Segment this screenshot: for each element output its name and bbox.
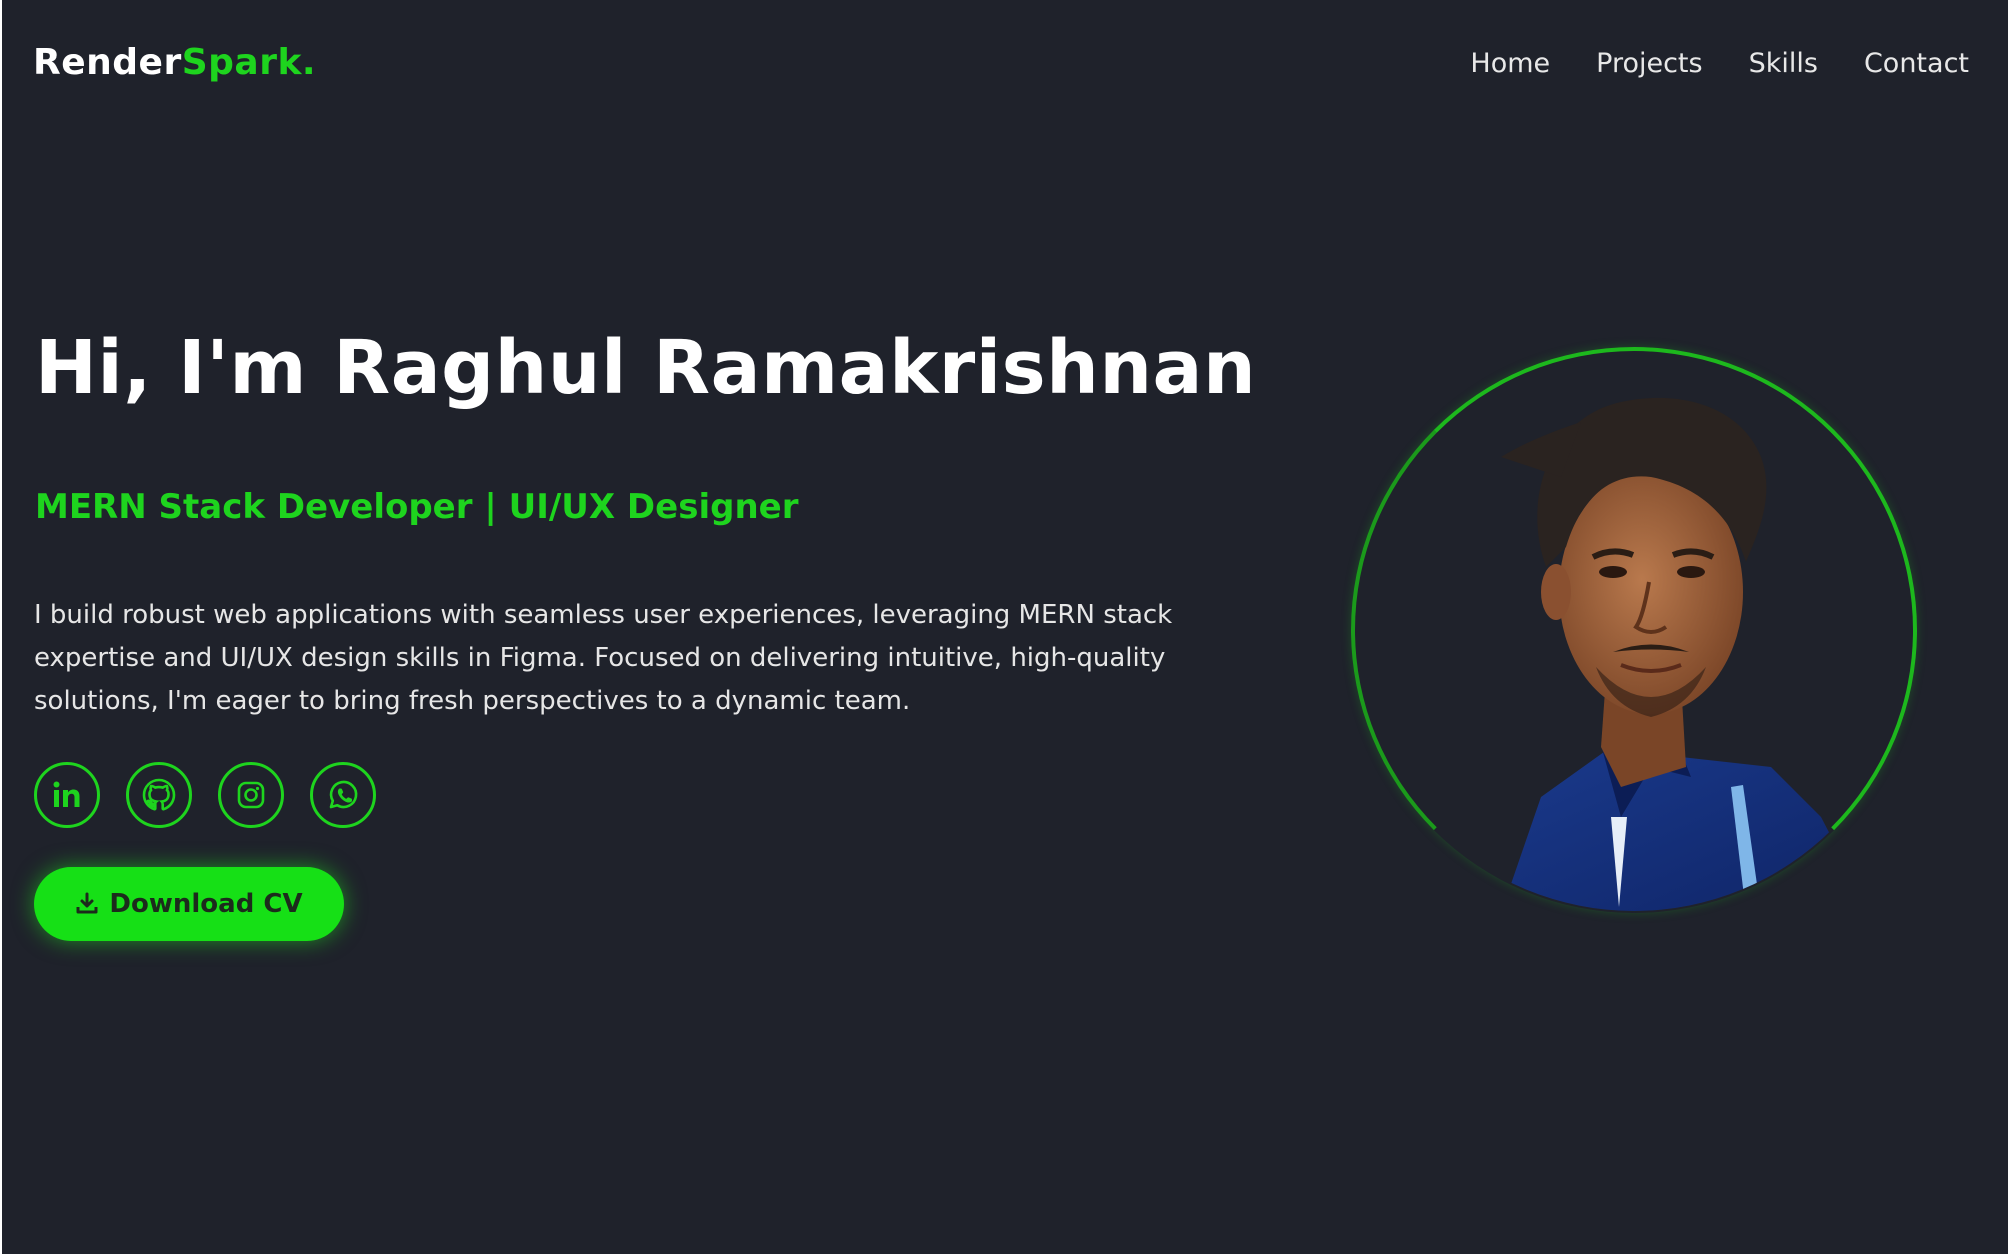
- linkedin-button[interactable]: [34, 762, 100, 828]
- nav-projects-link[interactable]: Projects: [1596, 48, 1702, 79]
- github-button[interactable]: [126, 762, 192, 828]
- portfolio-page: RenderSpark. Home Projects Skills Contac…: [2, 0, 2008, 1254]
- github-icon: [142, 778, 176, 811]
- instagram-icon: [237, 781, 265, 809]
- profile-photo: [1501, 397, 1871, 911]
- hero-title: Hi, I'm Raghul Ramakrishnan: [35, 325, 1257, 411]
- main-navigation: Home Projects Skills Contact: [1470, 48, 1969, 79]
- brand-main-text: Render: [33, 42, 182, 83]
- hero-bio: I build robust web applications with sea…: [34, 600, 1173, 716]
- nav-contact-link[interactable]: Contact: [1864, 48, 1969, 79]
- instagram-button[interactable]: [218, 762, 284, 828]
- nav-home-link[interactable]: Home: [1470, 48, 1550, 79]
- linkedin-icon: [53, 781, 80, 807]
- social-links: [34, 762, 376, 828]
- site-logo[interactable]: RenderSpark.: [33, 42, 316, 83]
- hero-subtitle: MERN Stack Developer | UI/UX Designer: [35, 487, 799, 527]
- whatsapp-icon: [329, 780, 358, 809]
- whatsapp-button[interactable]: [310, 762, 376, 828]
- nav-skills-link[interactable]: Skills: [1749, 48, 1818, 79]
- download-cv-label: Download CV: [109, 889, 303, 919]
- download-icon: [76, 892, 98, 914]
- brand-accent-text: Spark.: [181, 42, 317, 83]
- download-cv-button[interactable]: Download CV: [34, 867, 344, 941]
